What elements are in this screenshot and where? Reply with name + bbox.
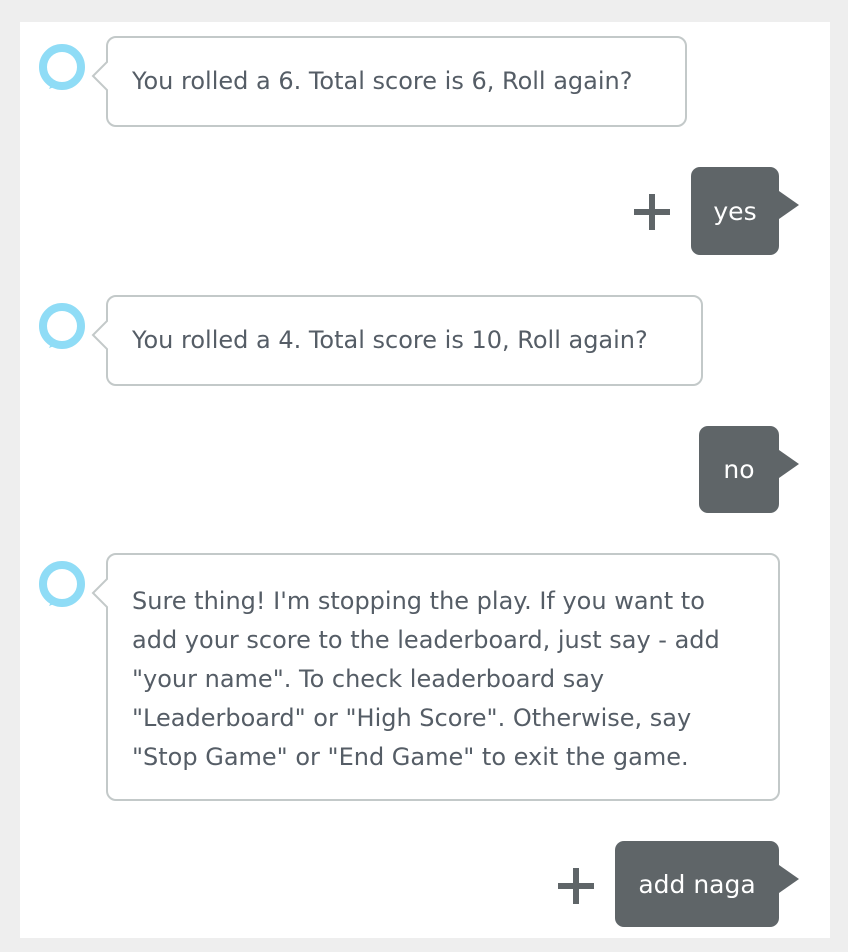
bubble-tail [91, 578, 108, 608]
alexa-message: Sure thing! I'm stopping the play. If yo… [91, 553, 780, 801]
alexa-message: You rolled a 6. Total score is 6, Roll a… [91, 36, 687, 127]
user-message-text: yes [713, 196, 757, 226]
alexa-message-line: "Stop Game" or "End Game" to exit the ga… [132, 743, 689, 771]
user-message: add naga [615, 841, 799, 927]
alexa-message: You rolled a 4. Total score is 10, Roll … [91, 295, 703, 386]
alexa-avatar-icon [37, 42, 87, 92]
alexa-message-line: "your name". To check leaderboard say [132, 665, 605, 693]
conversation-panel: You rolled a 6. Total score is 6, Roll a… [20, 22, 830, 938]
user-message-text: no [723, 455, 755, 484]
bubble-tail [779, 450, 799, 478]
alexa-message-text: You rolled a 6. Total score is 6, Roll a… [132, 67, 633, 95]
add-utterance-plus-icon[interactable] [632, 192, 672, 232]
alexa-message-text: You rolled a 4. Total score is 10, Roll … [132, 326, 648, 354]
user-message-text: add naga [638, 869, 756, 899]
alexa-message-line: "Leaderboard" or "High Score". Otherwise… [132, 704, 692, 732]
bubble-tail [91, 61, 108, 91]
alexa-message-line: Sure thing! I'm stopping the play. If yo… [132, 587, 705, 615]
alexa-message-line: add your score to the leaderboard, just … [132, 626, 720, 654]
bubble-tail [779, 191, 799, 219]
user-message: no [699, 426, 799, 513]
alexa-avatar-icon [37, 301, 87, 351]
bubble-tail [779, 865, 799, 893]
bubble-tail [91, 320, 108, 350]
user-message: yes [691, 167, 799, 255]
add-utterance-plus-icon[interactable] [556, 866, 596, 906]
alexa-avatar-icon [37, 559, 87, 609]
